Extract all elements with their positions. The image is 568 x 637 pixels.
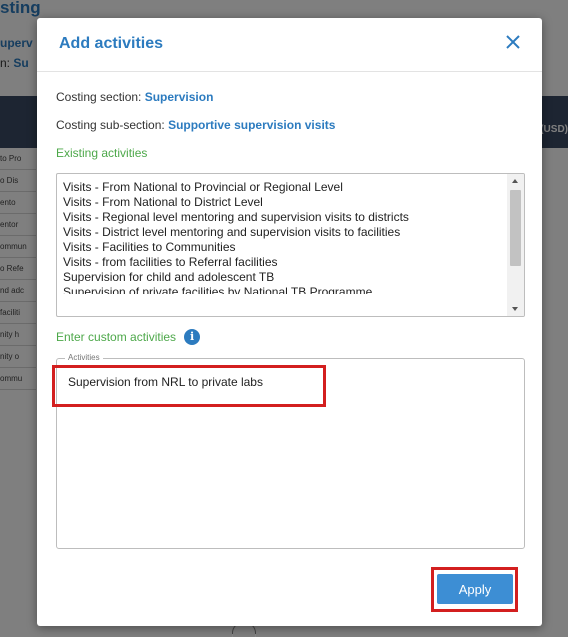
existing-activities-label: Existing activities xyxy=(56,146,148,160)
scroll-thumb[interactable] xyxy=(510,190,521,266)
highlight-box-activities xyxy=(52,365,326,407)
list-item[interactable]: Visits - Regional level mentoring and su… xyxy=(63,210,504,225)
list-item[interactable]: Supervision for child and adolescent TB xyxy=(63,270,504,285)
list-scrollbar[interactable] xyxy=(507,174,524,316)
costing-section-value: Supervision xyxy=(144,90,214,104)
costing-subsection-label: Costing sub-section: xyxy=(56,118,169,132)
custom-activities-label: Enter custom activities xyxy=(56,330,177,344)
activities-field-label: Activities xyxy=(65,353,103,362)
add-activities-dialog: Add activities Costing section: Supervis… xyxy=(37,18,542,626)
highlight-box-apply xyxy=(431,567,518,612)
costing-subsection-line: Costing sub-section: Supportive supervis… xyxy=(56,118,335,132)
existing-activities-list[interactable]: Visits - From National to Provincial or … xyxy=(56,173,525,317)
costing-section-label: Costing section: xyxy=(56,90,145,104)
list-item[interactable]: Visits - From National to District Level xyxy=(63,195,504,210)
info-icon[interactable]: i xyxy=(184,329,201,345)
list-item[interactable]: Visits - from facilities to Referral fac… xyxy=(63,255,504,270)
list-item[interactable]: Visits - Facilities to Communities xyxy=(63,240,504,255)
dialog-title: Add activities xyxy=(59,35,164,52)
dialog-header: Add activities xyxy=(37,18,542,72)
close-icon xyxy=(506,35,520,49)
costing-section-line: Costing section: Supervision xyxy=(56,90,213,104)
scroll-down-arrow-icon[interactable] xyxy=(512,307,518,311)
scroll-up-arrow-icon[interactable] xyxy=(512,179,518,183)
list-item[interactable]: Visits - From National to Provincial or … xyxy=(63,180,504,195)
list-item[interactable]: Visits - District level mentoring and su… xyxy=(63,225,504,240)
costing-subsection-value: Supportive supervision visits xyxy=(168,118,336,132)
custom-activities-row: Enter custom activities i xyxy=(56,329,201,345)
list-item[interactable]: Supervision of private facilities by Nat… xyxy=(63,285,504,294)
close-button[interactable] xyxy=(502,31,524,53)
existing-activities-items: Visits - From National to Provincial or … xyxy=(63,180,504,294)
